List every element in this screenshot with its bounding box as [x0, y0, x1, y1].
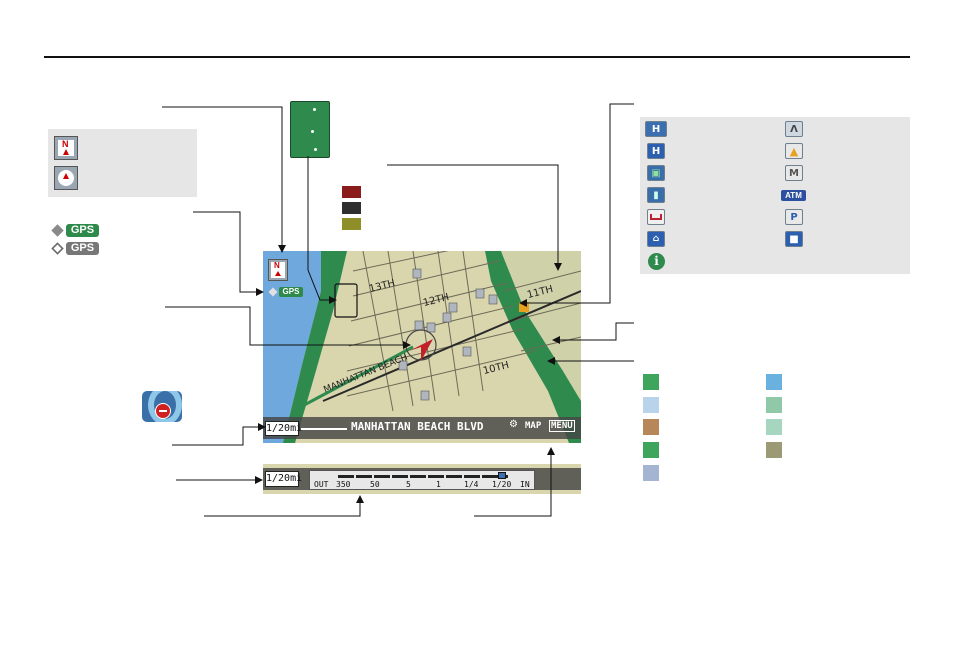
gps-inactive-icon: GPS [51, 242, 100, 255]
atm-icon: ATM [781, 190, 806, 201]
scale-tick-twentieth: 1/20 [492, 480, 512, 489]
hotel-icon [647, 209, 665, 225]
zoom-scale-bar[interactable]: OUT 350 50 5 1 1/4 1/20 IN [309, 470, 535, 490]
heading-up-icon [54, 166, 78, 190]
map-color-swatch-2 [643, 397, 659, 413]
shopping-icon: ▣ [647, 165, 665, 181]
strip-scale-indicator[interactable]: 1/20mi [265, 471, 302, 487]
map-color-swatch-4 [643, 442, 659, 458]
parking-garage-icon: ⌂ [647, 231, 665, 247]
map-compass-icon[interactable]: N [268, 259, 288, 281]
scale-tick-quarter: 1/4 [464, 480, 479, 489]
route-color-swatch-2 [342, 202, 361, 214]
scale-adjust-strip[interactable]: 1/20mi OUT 350 50 5 1 1/4 1/20 IN [263, 464, 581, 494]
scale-line [301, 428, 347, 430]
map-color-swatch-6 [766, 374, 782, 390]
post-office-icon: ■ [785, 231, 803, 247]
scale-tick-in: IN [520, 480, 530, 489]
route-color-swatch-3 [342, 218, 361, 230]
gas-station-icon: ▮ [647, 187, 665, 203]
header-rule [44, 56, 910, 58]
route-color-swatch-1 [342, 186, 361, 198]
gps-active-label: GPS [66, 224, 99, 237]
map-menu-icon: ⚙ [509, 419, 518, 430]
gps-inactive-label: GPS [66, 242, 99, 255]
scale-tick-1: 1 [436, 480, 441, 489]
map-scale-indicator[interactable]: 1/20mi [265, 421, 302, 436]
map-color-swatch-1 [643, 374, 659, 390]
information-icon: i [648, 253, 665, 270]
parking-lot-icon: P [785, 209, 803, 225]
gps-active-icon: GPS [51, 224, 100, 237]
restricted-road-icon [142, 391, 182, 422]
map-color-swatch-9 [766, 442, 782, 458]
honda-dealer-icon: H [645, 121, 667, 137]
current-street-name: MANHATTAN BEACH BLVD [351, 420, 484, 433]
school-icon: ▲ [785, 143, 803, 159]
scale-tick-50: 50 [370, 480, 380, 489]
map-gps-icon: GPS [268, 287, 303, 297]
zoom-slider-handle[interactable] [498, 472, 506, 479]
menu-button[interactable]: MENU [549, 420, 575, 432]
hospital-icon: H [647, 143, 665, 159]
map-button[interactable]: MAP [525, 421, 541, 431]
scale-tick-out: OUT [314, 480, 329, 489]
poi-legend-panel [640, 117, 910, 274]
historic-monument-icon: M [785, 165, 803, 181]
map-color-swatch-8 [766, 419, 782, 435]
acura-dealer-icon: Λ [785, 121, 803, 137]
north-up-icon: N [54, 136, 78, 160]
breadcrumb-map-thumbnail [290, 101, 330, 158]
scale-tick-350: 350 [336, 480, 351, 489]
scale-tick-5: 5 [406, 480, 411, 489]
map-color-swatch-7 [766, 397, 782, 413]
map-color-swatch-5 [643, 465, 659, 481]
map-color-swatch-3 [643, 419, 659, 435]
navigation-map-screen[interactable]: N GPS 13TH 12TH 11TH 10TH MANHATTAN BEAC… [263, 251, 581, 443]
